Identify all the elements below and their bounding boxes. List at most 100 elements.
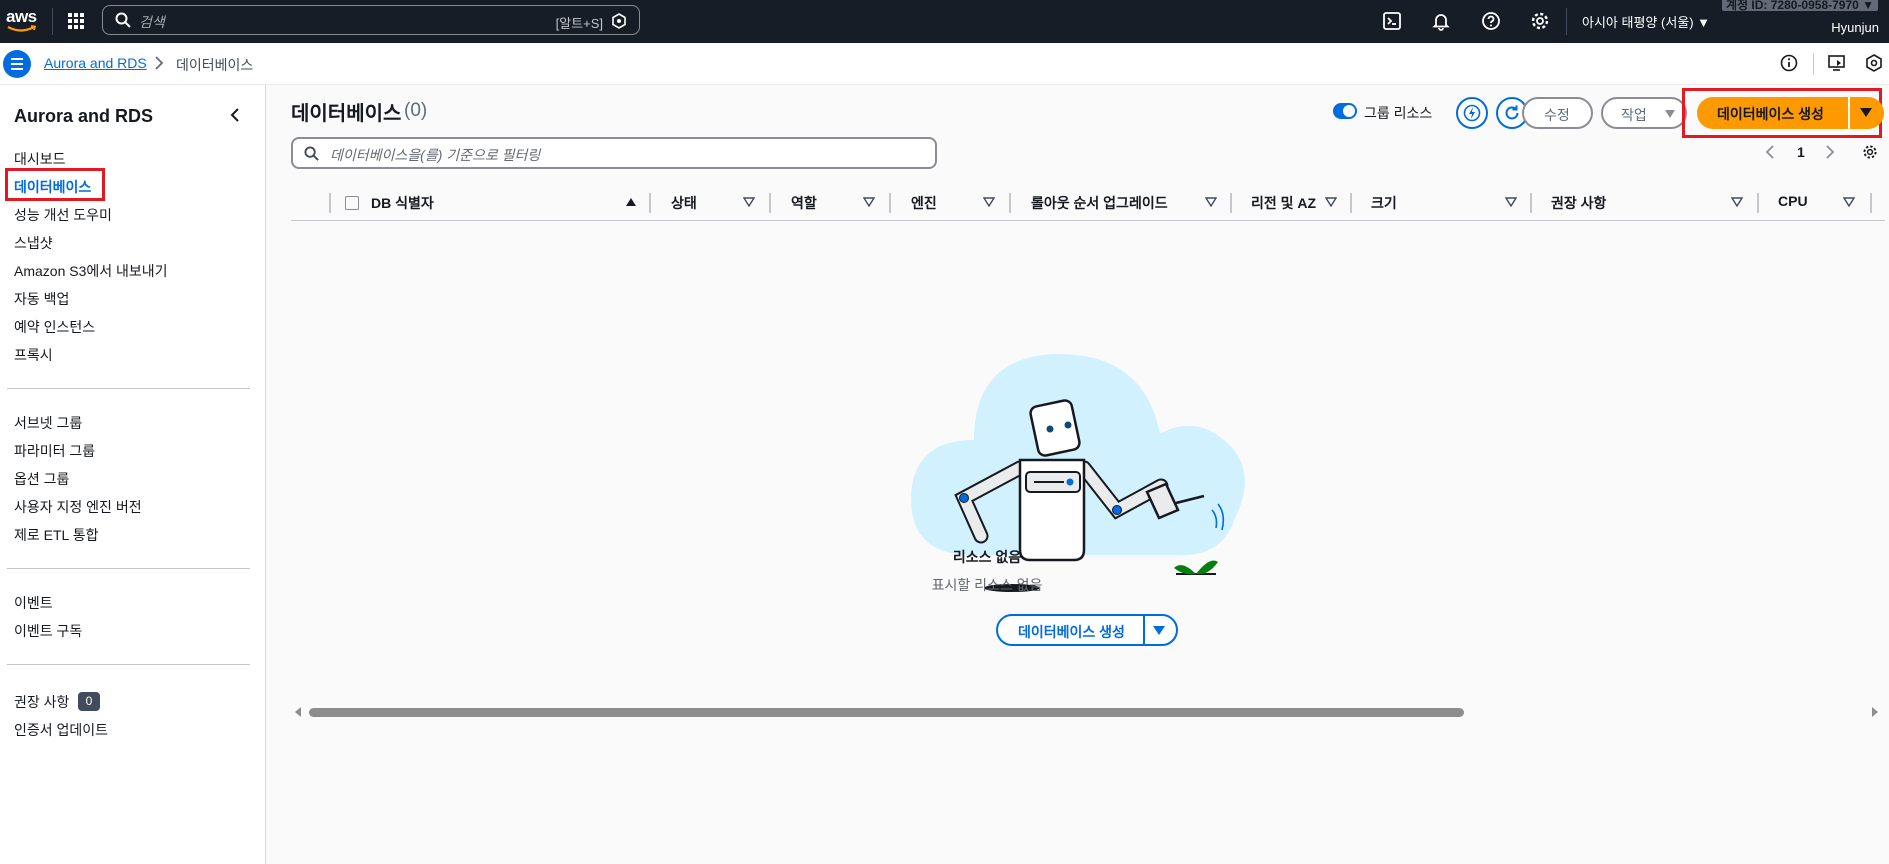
region-selector[interactable]: 아시아 태평양 (서울) ▼ — [1582, 12, 1710, 31]
group-resources-label: 그룹 리소스 — [1364, 105, 1433, 121]
horizontal-scrollbar-thumb[interactable] — [309, 708, 1464, 717]
scroll-left-arrow[interactable] — [294, 706, 302, 718]
nav-divider — [52, 8, 53, 35]
top-navigation-bar: aws 검색 [알트+S] 아시아 태평양 (서울) ▼ 계정 ID: 7280… — [0, 0, 1889, 43]
split-divider — [1143, 614, 1145, 646]
scroll-right-arrow[interactable] — [1871, 706, 1879, 718]
sidebar-item-option-groups[interactable]: 옵션 그룹 — [14, 469, 69, 489]
sort-icon[interactable] — [983, 197, 995, 207]
search-placeholder: 검색 — [139, 14, 165, 30]
zap-button[interactable] — [1456, 97, 1488, 129]
column-header-region-az[interactable]: 리전 및 AZ — [1251, 193, 1316, 213]
database-filter-input[interactable]: 데이터베이스을(를) 기준으로 필터링 — [291, 137, 937, 169]
actions-button-label: 작업 — [1621, 107, 1647, 123]
gear-icon[interactable] — [1864, 53, 1884, 73]
refresh-icon — [1505, 105, 1519, 120]
hexagon-icon — [612, 13, 626, 29]
sort-icon[interactable] — [1205, 197, 1217, 207]
cloudshell-icon[interactable] — [1382, 11, 1402, 31]
sidebar-item-reserved-instances[interactable]: 예약 인스턴스 — [14, 317, 95, 337]
recommendations-count-badge: 0 — [78, 692, 100, 711]
column-divider — [649, 193, 651, 213]
caret-down-icon[interactable] — [1152, 625, 1166, 636]
bell-icon[interactable] — [1431, 11, 1451, 31]
sidebar-divider — [7, 664, 250, 665]
column-header-rollout-order[interactable]: 롤아웃 순서 업그레이드 — [1031, 193, 1168, 213]
column-header-recommendations[interactable]: 권장 사항 — [1551, 193, 1606, 213]
gear-icon[interactable] — [1530, 11, 1550, 31]
breadcrumb-link-aurora-rds[interactable]: Aurora and RDS — [44, 55, 147, 71]
sidebar-divider — [7, 568, 250, 569]
chevron-left-icon[interactable] — [1765, 145, 1775, 159]
actions-button[interactable]: 작업 — [1601, 97, 1687, 129]
sort-icon[interactable] — [863, 197, 875, 207]
sidebar-item-automated-backups[interactable]: 자동 백업 — [14, 289, 69, 309]
select-all-checkbox[interactable] — [345, 196, 359, 210]
column-divider — [889, 193, 891, 213]
account-id-menu[interactable]: 계정 ID: 7280-0958-7970 ▼ — [1722, 0, 1879, 12]
sidebar-item-subnet-groups[interactable]: 서브넷 그룹 — [14, 413, 82, 433]
sidebar-item-certificate-update[interactable]: 인증서 업데이트 — [14, 720, 108, 740]
sidebar-item-event-subscriptions[interactable]: 이벤트 구독 — [14, 621, 82, 641]
caret-down-icon[interactable] — [1859, 107, 1873, 118]
sidebar-item-recommendations[interactable]: 권장 사항 — [14, 692, 69, 712]
group-resources-toggle[interactable] — [1333, 103, 1357, 119]
sort-icon[interactable] — [743, 197, 755, 207]
column-header-db-identifier[interactable]: DB 식별자 — [371, 193, 434, 213]
apps-icon[interactable] — [66, 11, 86, 31]
sidebar-divider — [7, 388, 250, 389]
highlight-box — [5, 168, 105, 201]
column-divider — [1350, 193, 1352, 213]
sidebar-item-parameter-groups[interactable]: 파라미터 그룹 — [14, 441, 95, 461]
column-header-role[interactable]: 역할 — [791, 193, 817, 213]
sidebar-title: Aurora and RDS — [14, 106, 154, 126]
sort-icon[interactable] — [1843, 197, 1855, 207]
page-title: 데이터베이스 — [291, 103, 402, 125]
sort-icon[interactable] — [1731, 197, 1743, 207]
column-divider — [329, 193, 331, 213]
column-header-status[interactable]: 상태 — [671, 193, 697, 213]
side-navigation-toggle[interactable] — [3, 50, 31, 78]
current-page-number[interactable]: 1 — [1797, 144, 1805, 160]
main-content: 데이터베이스 (0) 그룹 리소스 수정 작업 데이터베이스 생성 데이터베이스… — [267, 85, 1889, 864]
create-database-button[interactable]: 데이터베이스 생성 — [1697, 97, 1884, 129]
sidebar-item-performance-insights[interactable]: 성능 개선 도우미 — [14, 205, 112, 225]
sidebar-item-zero-etl[interactable]: 제로 ETL 통합 — [14, 525, 98, 545]
edit-button[interactable]: 수정 — [1522, 97, 1593, 129]
info-icon[interactable] — [1779, 53, 1799, 73]
empty-create-database-label: 데이터베이스 생성 — [1018, 624, 1125, 640]
sort-ascending-icon[interactable] — [625, 197, 637, 207]
chevron-left-icon[interactable] — [228, 107, 242, 123]
edit-button-label: 수정 — [1544, 107, 1570, 123]
sort-icon[interactable] — [1505, 197, 1517, 207]
lightning-icon — [1463, 104, 1481, 122]
sidebar-item-events[interactable]: 이벤트 — [14, 593, 53, 613]
empty-create-database-button[interactable]: 데이터베이스 생성 — [996, 614, 1178, 646]
caret-down-icon — [1665, 110, 1675, 118]
help-icon[interactable] — [1481, 11, 1501, 31]
resource-count: (0) — [404, 100, 428, 121]
column-divider — [1530, 193, 1532, 213]
breadcrumb-bar: Aurora and RDS 데이터베이스 — [0, 43, 1889, 85]
user-name[interactable]: Hyunjun — [1831, 20, 1879, 35]
aws-logo[interactable]: aws — [6, 6, 40, 36]
create-database-label: 데이터베이스 생성 — [1717, 106, 1824, 122]
sort-icon[interactable] — [1325, 197, 1337, 207]
sidebar-item-s3-exports[interactable]: Amazon S3에서 내보내기 — [14, 261, 168, 281]
column-divider — [1870, 193, 1872, 213]
chevron-right-icon[interactable] — [1825, 145, 1835, 159]
screen-icon[interactable] — [1827, 53, 1847, 73]
global-search-input[interactable]: 검색 [알트+S] — [102, 5, 640, 35]
side-navigation: Aurora and RDS 대시보드 데이터베이스 성능 개선 도우미 스냅샷… — [0, 85, 266, 864]
chevron-right-icon — [155, 56, 164, 70]
sidebar-item-dashboard[interactable]: 대시보드 — [14, 149, 66, 169]
gear-icon[interactable] — [1862, 144, 1878, 160]
column-header-cpu[interactable]: CPU — [1778, 193, 1808, 209]
sidebar-item-snapshots[interactable]: 스냅샷 — [14, 233, 53, 253]
sidebar-item-proxies[interactable]: 프록시 — [14, 345, 53, 365]
sidebar-item-custom-engine-versions[interactable]: 사용자 지정 엔진 버전 — [14, 497, 142, 517]
breadcrumb-divider — [1813, 53, 1814, 75]
column-header-engine[interactable]: 엔진 — [911, 193, 937, 213]
search-icon — [115, 12, 131, 28]
column-header-size[interactable]: 크기 — [1371, 193, 1397, 213]
